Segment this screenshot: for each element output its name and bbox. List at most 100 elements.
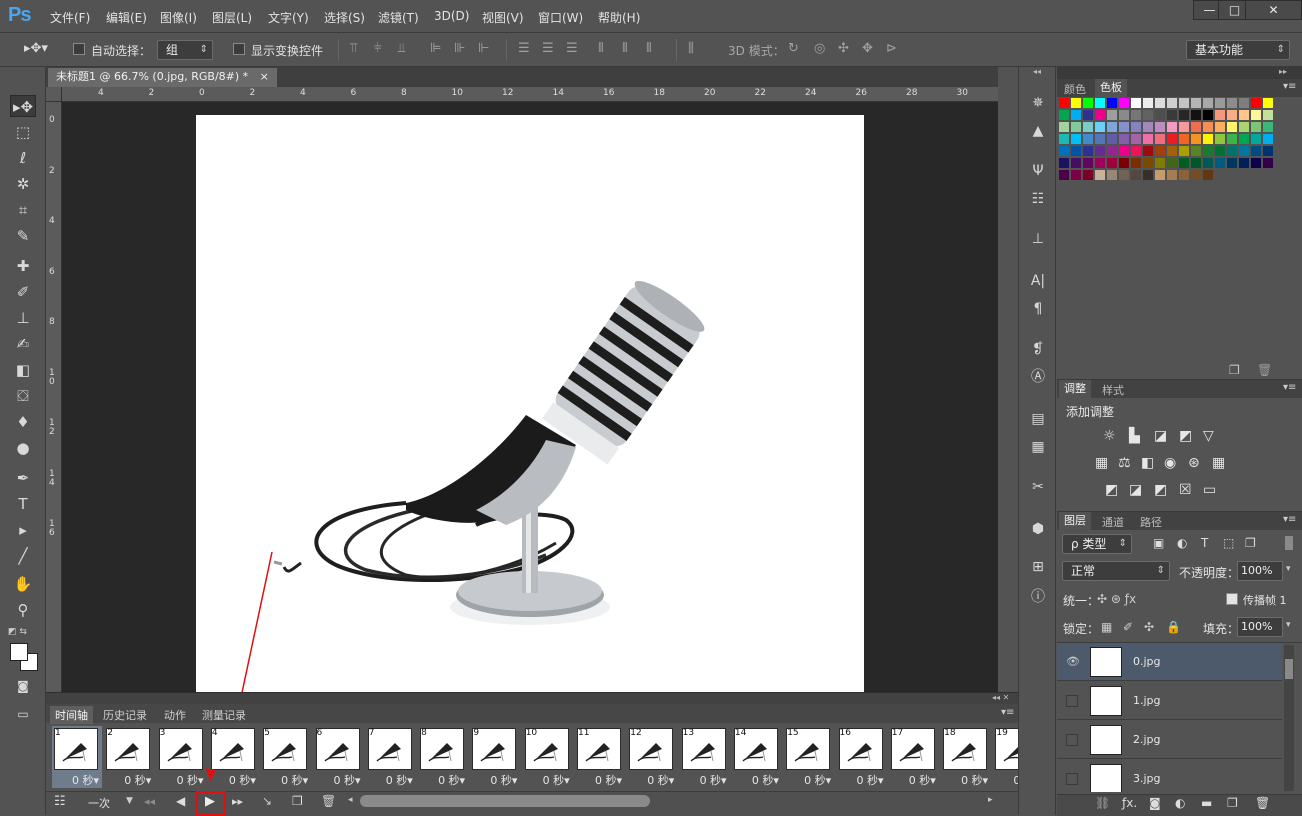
color-swatch[interactable] <box>1131 122 1141 132</box>
brush-presets-icon[interactable]: Ψ <box>1027 161 1049 181</box>
color-swatch[interactable] <box>1263 134 1273 144</box>
color-swatch[interactable] <box>1263 146 1273 156</box>
color-swatch[interactable] <box>1179 122 1189 132</box>
threshold-icon[interactable]: ◩ <box>1154 482 1167 498</box>
color-swatch[interactable] <box>1107 146 1117 156</box>
magic-wand-tool-icon[interactable]: ✲ <box>10 173 36 195</box>
color-swatch[interactable] <box>1083 146 1093 156</box>
eraser-tool-icon[interactable]: ◧ <box>10 359 36 381</box>
color-swatch[interactable] <box>1095 122 1105 132</box>
color-swatch[interactable] <box>1095 110 1105 120</box>
align-top-icon[interactable]: ⫪ <box>350 41 357 56</box>
color-swatch[interactable] <box>1143 146 1153 156</box>
photo-filter-icon[interactable]: ◉ <box>1164 455 1176 471</box>
panel-menu-icon[interactable]: ▾≡ <box>1001 707 1014 718</box>
channel-mixer-icon[interactable]: ⊛ <box>1188 455 1200 471</box>
color-swatch[interactable] <box>1059 146 1069 156</box>
color-swatch[interactable] <box>1227 98 1237 108</box>
play-icon[interactable]: ▶ <box>205 794 215 809</box>
tab-paths[interactable]: 路径 <box>1135 514 1167 530</box>
type-tool-icon[interactable]: T <box>10 493 36 515</box>
tool-presets-icon[interactable]: ✂ <box>1027 477 1049 497</box>
visibility-toggle[interactable] <box>1066 734 1078 746</box>
color-swatch[interactable] <box>1107 98 1117 108</box>
tab-timeline[interactable]: 时间轴 <box>50 706 93 724</box>
paint-bucket-tool-icon[interactable]: ⛋ <box>10 385 36 407</box>
link-layers-icon[interactable]: ⛓ <box>1095 796 1110 810</box>
lock-position-icon[interactable]: ✣ <box>1144 620 1154 634</box>
navigator-icon[interactable]: ✵ <box>1027 93 1049 113</box>
color-swatch[interactable] <box>1059 110 1069 120</box>
visibility-toggle[interactable] <box>1066 695 1078 707</box>
animation-frame[interactable]: 7 0 秒▾ <box>366 726 416 788</box>
color-swatch[interactable] <box>1191 158 1201 168</box>
color-swatch[interactable] <box>1131 98 1141 108</box>
tab-measurement-log[interactable]: 测量记录 <box>202 707 246 723</box>
filter-pixel-icon[interactable]: ▣ <box>1153 536 1164 550</box>
color-swatch[interactable] <box>1155 170 1165 180</box>
color-swatch[interactable] <box>1179 98 1189 108</box>
animation-frame[interactable]: 1 0 秒▾ <box>52 726 102 788</box>
new-layer-icon[interactable]: ❐ <box>1227 796 1238 810</box>
collapse-panel-icon[interactable]: ◂◂ ✕ <box>992 693 1009 702</box>
color-swatch[interactable] <box>1083 122 1093 132</box>
opacity-chevron-down-icon[interactable]: ▾ <box>1286 564 1291 574</box>
tab-channels[interactable]: 通道 <box>1097 514 1129 530</box>
frame-delay-dropdown[interactable]: 0 秒▾ <box>366 772 416 788</box>
color-swatch[interactable] <box>1167 110 1177 120</box>
align-left-icon[interactable]: ⊫ <box>430 41 441 56</box>
document-tab-close-icon[interactable]: × <box>260 70 269 83</box>
drag-3d-icon[interactable]: ✣ <box>838 41 849 56</box>
eye-icon[interactable]: 👁 <box>1066 655 1080 669</box>
move-tool-icon[interactable]: ▸✥ <box>10 95 36 117</box>
color-swatch[interactable] <box>1155 146 1165 156</box>
color-swatch[interactable] <box>1143 122 1153 132</box>
color-swatch[interactable] <box>1203 98 1213 108</box>
layer-filter-dropdown[interactable]: ρ 类型 <box>1062 534 1132 554</box>
color-swatch[interactable] <box>1239 122 1249 132</box>
convert-timeline-icon[interactable]: ☷ <box>54 794 66 809</box>
blur-tool-icon[interactable]: ♦ <box>10 411 36 433</box>
color-swatch[interactable] <box>1071 122 1081 132</box>
distribute-top-icon[interactable]: ☰ <box>518 41 530 56</box>
lock-pixels-icon[interactable]: ✐ <box>1123 620 1133 634</box>
properties-icon[interactable]: ⊞ <box>1027 557 1049 577</box>
animation-frame[interactable]: 2 0 秒▾ <box>104 726 154 788</box>
color-swatch[interactable] <box>1191 122 1201 132</box>
color-swatch[interactable] <box>1227 134 1237 144</box>
history-brush-tool-icon[interactable]: ✍ <box>10 333 36 355</box>
swatch-grid[interactable] <box>1059 98 1279 188</box>
loop-dropdown[interactable]: 一次 <box>88 795 110 811</box>
align-hcenter-icon[interactable]: ⊪ <box>454 41 465 56</box>
distribute-left-icon[interactable]: ⦀ <box>598 41 604 56</box>
color-swatch[interactable] <box>1191 98 1201 108</box>
color-swatch[interactable] <box>1071 170 1081 180</box>
black-white-icon[interactable]: ◧ <box>1141 455 1154 471</box>
tab-color[interactable]: 颜色 <box>1059 81 1091 97</box>
color-swatch[interactable] <box>1167 158 1177 168</box>
layer-row[interactable]: 👁 0.jpg <box>1057 643 1282 681</box>
color-swatch[interactable] <box>1095 158 1105 168</box>
color-swatch[interactable] <box>1167 170 1177 180</box>
color-swatch[interactable] <box>1071 158 1081 168</box>
opacity-input[interactable]: 100% <box>1237 561 1283 581</box>
tab-adjustments[interactable]: 调整 <box>1059 380 1091 398</box>
color-swatch[interactable] <box>1083 170 1093 180</box>
lasso-tool-icon[interactable]: ℓ <box>10 147 36 169</box>
distribute-vcenter-icon[interactable]: ☰ <box>542 41 554 56</box>
scale-3d-icon[interactable]: ⊳ <box>886 41 897 56</box>
color-swatch[interactable] <box>1107 110 1117 120</box>
collapse-dock-icon[interactable]: ◂◂ <box>1033 67 1041 76</box>
animation-frame[interactable]: 12 0 秒▾ <box>627 726 677 788</box>
color-swatch[interactable] <box>1131 170 1141 180</box>
paragraph-icon[interactable]: ¶ <box>1027 299 1049 319</box>
color-swatch[interactable] <box>1059 122 1069 132</box>
document-tab[interactable]: 未标题1 @ 66.7% (0.jpg, RGB/8#) * × <box>48 68 277 87</box>
move-tool-icon[interactable]: ▸✥▾ <box>24 41 48 56</box>
tween-icon[interactable]: ↘ <box>262 794 272 808</box>
color-swatch[interactable] <box>1095 146 1105 156</box>
filter-smart-object-icon[interactable]: ❐ <box>1245 536 1256 550</box>
fill-chevron-down-icon[interactable]: ▾ <box>1286 620 1291 630</box>
frame-delay-dropdown[interactable]: 0 秒▾ <box>523 772 573 788</box>
color-swatch[interactable] <box>1263 122 1273 132</box>
